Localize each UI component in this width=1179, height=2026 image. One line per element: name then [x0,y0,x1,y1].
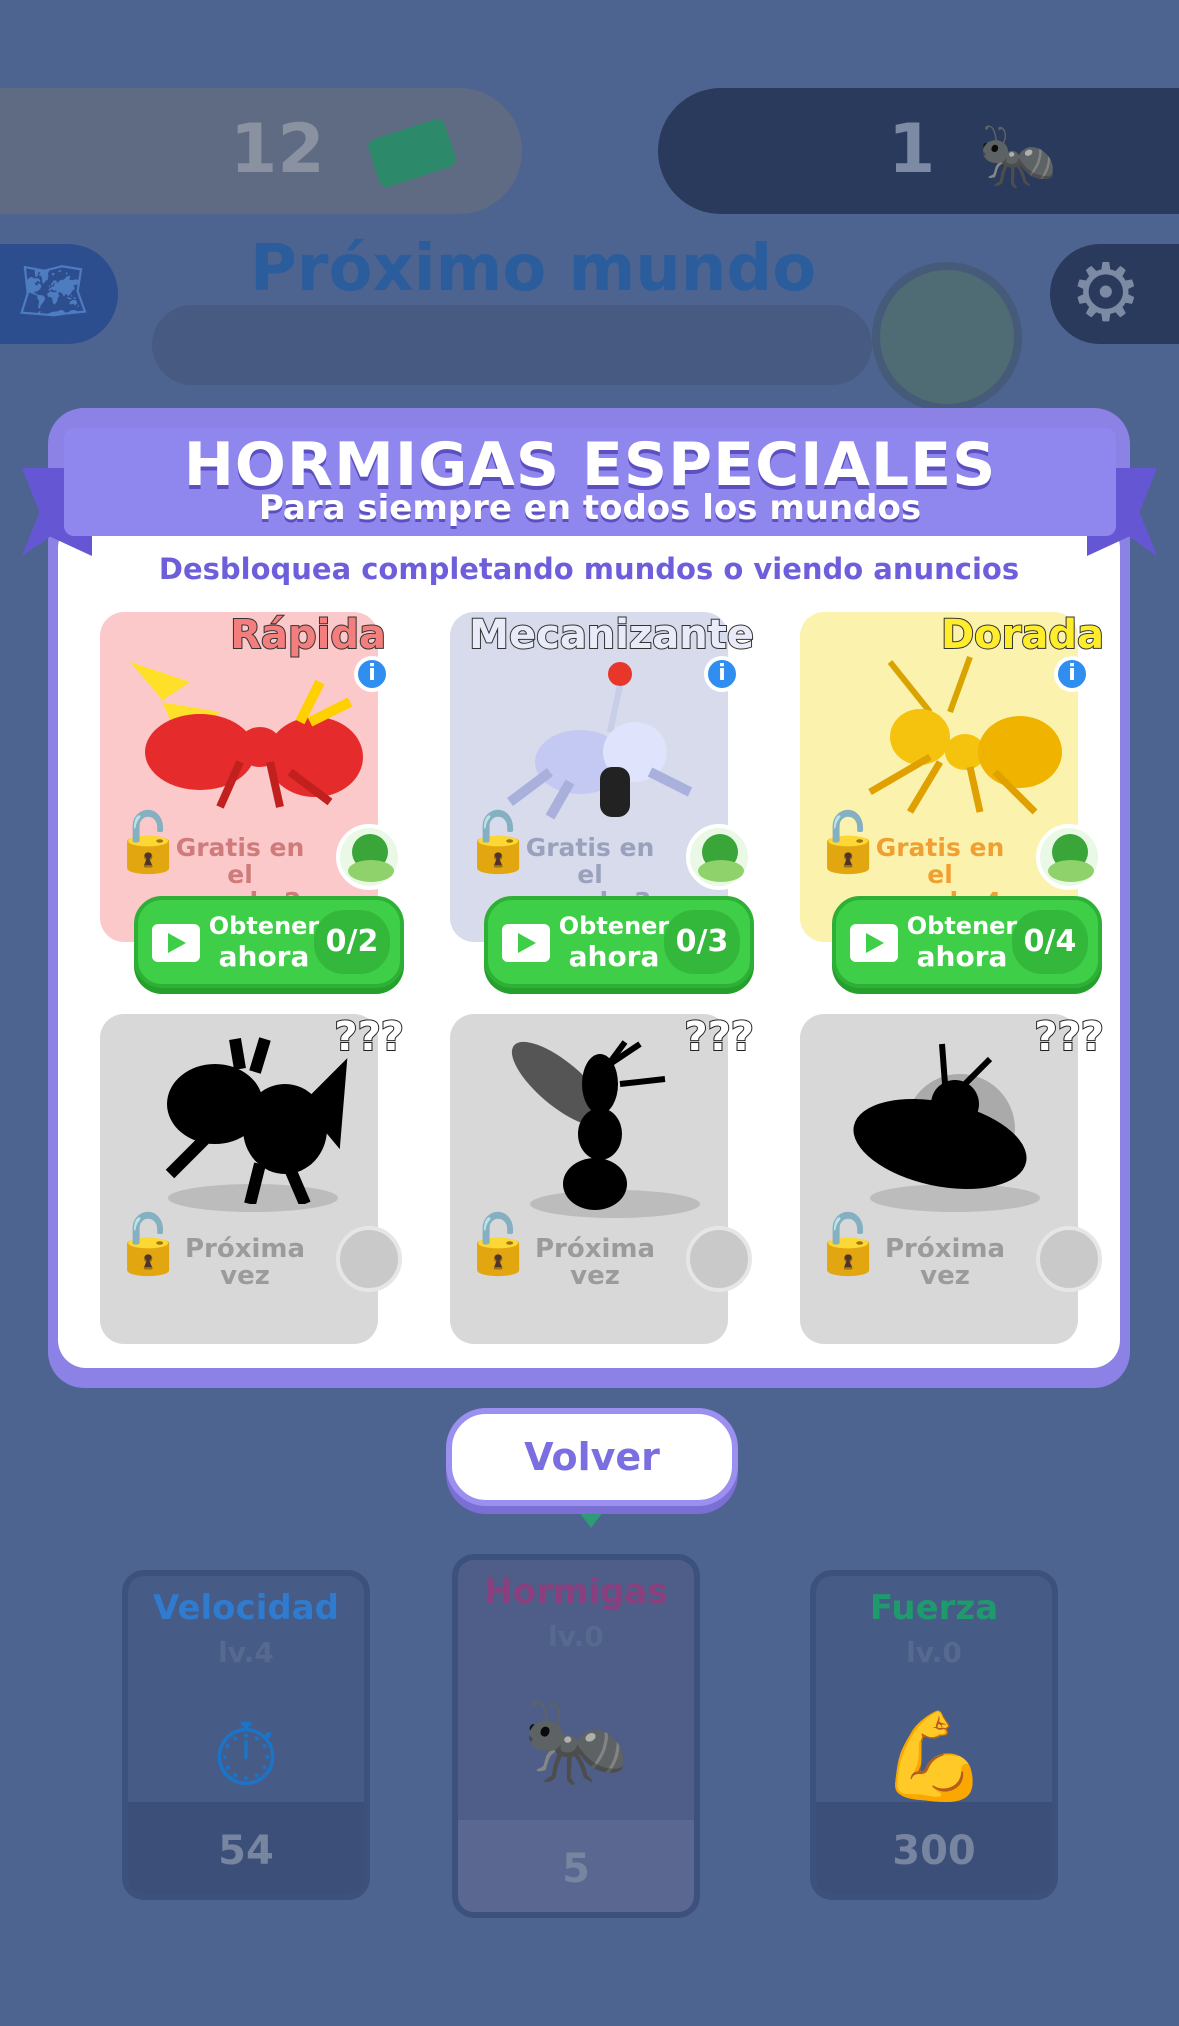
get-now-button-mecanizante[interactable]: Obtener ahora 0/3 [484,896,754,988]
world-2-icon [336,824,402,890]
mystery-ant-silhouette [511,1040,666,1210]
locked-world-icon [686,1226,752,1292]
back-button[interactable]: Volver [446,1408,738,1506]
next-time-label: Próxima vez [184,1234,306,1291]
upgrade-strength-card[interactable]: Fuerza lv.0 💪 300 [810,1570,1058,1900]
upgrade-cost: 300 [892,1828,976,1874]
unlock-instructions: Desbloquea completando mundos o viendo a… [158,552,1020,586]
gear-icon: ⚙ [1070,246,1142,339]
get-now-button-dorada[interactable]: Obtener ahora 0/4 [832,896,1102,988]
upgrade-level: lv.4 [218,1636,274,1669]
mystery-ant-card-3: ??? 🔓 Próxima vez [800,1013,1105,1344]
upgrade-speed-card[interactable]: Velocidad lv.4 ⏱ 54 [122,1570,370,1900]
ad-progress: 0/4 [1012,910,1088,974]
golden-ant-illustration [868,655,1062,815]
next-time-label: Próxima vez [534,1234,656,1291]
mystery-ant-card-1: ??? 🔓 Próxima vez [100,1013,405,1344]
special-ant-card-rapida[interactable]: Rápida i 🔓 Gratis en el mundo 2 [100,611,402,942]
cash-value: 12 [230,110,325,189]
play-video-icon [850,924,898,962]
map-icon: 🗺 [18,259,90,324]
upgrade-cost: 54 [218,1828,274,1874]
ad-progress: 0/2 [314,910,390,974]
mystery-label: ??? [683,1013,755,1061]
play-video-icon [502,924,550,962]
upgrade-level: lv.0 [548,1620,604,1653]
lock-icon: 🔓 [112,1210,185,1278]
lock-icon: 🔓 [812,1210,885,1278]
upgrade-level: lv.0 [906,1636,962,1669]
mystery-ant-silhouette [165,1037,348,1204]
stopwatch-icon: ⏱ [212,1706,280,1806]
play-video-icon [152,924,200,962]
ad-progress: 0/3 [664,910,740,974]
mech-ant-illustration [507,662,693,820]
mystery-ant-silhouette [853,1043,1027,1189]
next-world-title: Próximo mundo [250,232,817,306]
locked-world-icon [336,1226,402,1292]
ants-value: 1 [888,110,936,189]
tooltip-pointer [573,1504,609,1528]
lock-icon: 🔓 [462,1210,535,1278]
next-world-island-icon [872,262,1022,412]
upgrade-title: Hormigas [484,1572,668,1612]
mystery-ant-card-2: ??? 🔓 Próxima vez [450,1013,755,1344]
upgrade-ants-card[interactable]: Hormigas lv.0 🐜 5 [452,1554,700,1918]
get-now-button-rapida[interactable]: Obtener ahora 0/2 [134,896,404,988]
world-4-icon [1036,824,1102,890]
modal-subtitle: Para siempre en todos los mundos [258,488,922,528]
red-ant-illustration [130,662,363,809]
upgrade-title: Velocidad [153,1588,339,1628]
world-3-icon [686,824,752,890]
locked-world-icon [1036,1226,1102,1292]
special-ant-card-mecanizante[interactable]: Mecanizante i 🔓 Gratis en el mundo 3 [450,611,755,942]
ant-icon: 🐜 [522,1691,630,1791]
ant-icon: 🐜 [978,119,1058,193]
muscle-icon: 💪 [880,1707,988,1807]
upgrade-title: Fuerza [869,1588,999,1628]
next-world-progress-bar [152,305,872,385]
special-ant-card-dorada[interactable]: Dorada i 🔓 Gratis en el mundo 4 [800,611,1105,942]
upgrade-cost: 5 [562,1846,590,1892]
next-time-label: Próxima vez [884,1234,1006,1291]
